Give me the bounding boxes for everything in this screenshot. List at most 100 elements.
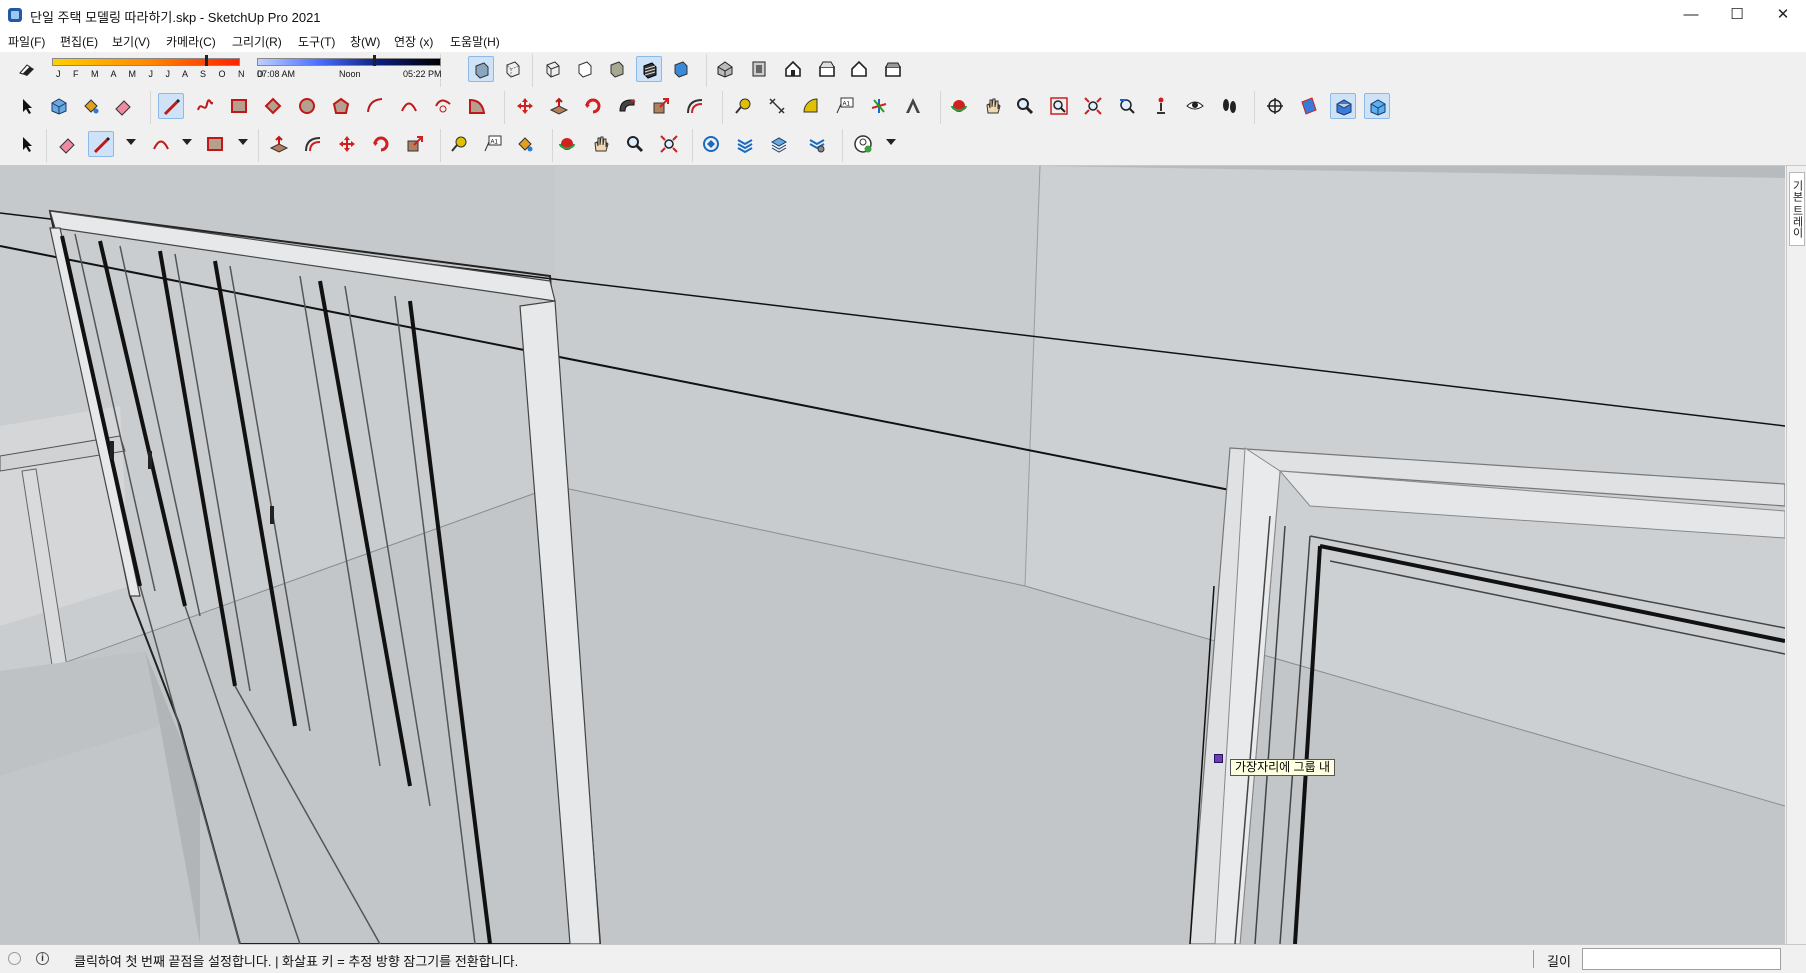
- rotate-icon[interactable]: [580, 93, 606, 119]
- top-view-icon[interactable]: [746, 56, 772, 82]
- 3d-text-icon[interactable]: [900, 93, 926, 119]
- rotated-rectangle-icon[interactable]: [260, 93, 286, 119]
- dimension-icon[interactable]: [764, 93, 790, 119]
- menu-view[interactable]: 보기(V): [112, 33, 150, 50]
- offset-icon-2[interactable]: [300, 131, 326, 157]
- extension-warehouse-icon[interactable]: [732, 131, 758, 157]
- geo-location-icon[interactable]: [8, 952, 21, 965]
- menu-file[interactable]: 파일(F): [8, 33, 45, 50]
- move-icon-2[interactable]: [334, 131, 360, 157]
- zoom-window-icon[interactable]: [1046, 93, 1072, 119]
- hidden-line-icon[interactable]: [572, 56, 598, 82]
- time-slider-thumb[interactable]: [373, 55, 377, 66]
- select-icon[interactable]: [14, 93, 40, 119]
- walk-icon[interactable]: [1216, 93, 1242, 119]
- zoom-icon-2[interactable]: [622, 131, 648, 157]
- tape-measure-icon-2[interactable]: [446, 131, 472, 157]
- select-icon-2[interactable]: [14, 131, 40, 157]
- display-section-cuts-icon[interactable]: [1330, 93, 1356, 119]
- iso-view-icon[interactable]: [712, 56, 738, 82]
- shape-tool-icon[interactable]: [202, 131, 228, 157]
- menu-extensions[interactable]: 연장 (x): [394, 33, 433, 50]
- user-account-icon[interactable]: [850, 131, 876, 157]
- orbit-icon[interactable]: [946, 93, 972, 119]
- move-icon[interactable]: [512, 93, 538, 119]
- back-view-icon[interactable]: [846, 56, 872, 82]
- protractor-icon[interactable]: [798, 93, 824, 119]
- paint-bucket-icon[interactable]: [78, 93, 104, 119]
- pan-icon-2[interactable]: [588, 131, 614, 157]
- extension-manager-icon[interactable]: [804, 131, 830, 157]
- rotate-icon-2[interactable]: [368, 131, 394, 157]
- push-pull-icon-2[interactable]: [266, 131, 292, 157]
- section-plane-icon[interactable]: [1262, 93, 1288, 119]
- maximize-button[interactable]: ☐: [1714, 0, 1760, 30]
- text-icon[interactable]: A1: [832, 93, 858, 119]
- menu-tools[interactable]: 도구(T): [298, 33, 335, 50]
- measurement-input[interactable]: [1582, 948, 1781, 970]
- shadows-toggle-button[interactable]: [14, 56, 40, 82]
- make-component-icon[interactable]: [46, 93, 72, 119]
- info-icon[interactable]: i: [36, 952, 49, 965]
- shaded-icon[interactable]: [604, 56, 630, 82]
- eraser-icon[interactable]: [110, 93, 136, 119]
- text-icon-2[interactable]: A1: [480, 131, 506, 157]
- rectangle-icon[interactable]: [226, 93, 252, 119]
- zoom-icon[interactable]: [1012, 93, 1038, 119]
- three-point-arc-icon[interactable]: [430, 93, 456, 119]
- line-tool-icon-2[interactable]: [88, 131, 114, 157]
- left-view-icon[interactable]: [880, 56, 906, 82]
- paint-bucket-icon-2[interactable]: [512, 131, 538, 157]
- zoom-extents-icon[interactable]: [1080, 93, 1106, 119]
- 3d-warehouse-icon[interactable]: [698, 131, 724, 157]
- circle-icon[interactable]: [294, 93, 320, 119]
- scale-icon[interactable]: [648, 93, 674, 119]
- back-edges-icon[interactable]: [500, 56, 526, 82]
- front-view-icon[interactable]: [780, 56, 806, 82]
- zoom-extents-icon-2[interactable]: [656, 131, 682, 157]
- default-tray-tab[interactable]: 기본 트레이: [1789, 172, 1805, 246]
- pie-icon[interactable]: [464, 93, 490, 119]
- arc-dropdown-arrow-icon[interactable]: [182, 139, 192, 145]
- minimize-button[interactable]: —: [1668, 0, 1714, 30]
- wireframe-icon[interactable]: [540, 56, 566, 82]
- arc-tool-icon[interactable]: [148, 131, 174, 157]
- model-viewport[interactable]: 가장자리에 그룹 내: [0, 166, 1785, 944]
- monochrome-icon[interactable]: [668, 56, 694, 82]
- previous-view-icon[interactable]: [1114, 93, 1140, 119]
- right-view-icon[interactable]: [814, 56, 840, 82]
- freehand-icon[interactable]: [192, 93, 218, 119]
- offset-icon[interactable]: [682, 93, 708, 119]
- line-tool-icon[interactable]: [158, 93, 184, 119]
- follow-me-icon[interactable]: [614, 93, 640, 119]
- menu-draw[interactable]: 그리기(R): [232, 33, 282, 50]
- push-pull-icon[interactable]: [546, 93, 572, 119]
- eraser-icon-2[interactable]: [54, 131, 80, 157]
- position-camera-icon[interactable]: [1148, 93, 1174, 119]
- tape-measure-icon[interactable]: [730, 93, 756, 119]
- scale-icon-2[interactable]: [402, 131, 428, 157]
- shaded-with-textures-icon[interactable]: [636, 56, 662, 82]
- display-section-fill-icon[interactable]: [1364, 93, 1390, 119]
- account-dropdown-arrow-icon[interactable]: [886, 139, 896, 145]
- menu-window[interactable]: 창(W): [350, 33, 380, 50]
- line-dropdown-arrow-icon[interactable]: [126, 139, 136, 145]
- close-button[interactable]: ✕: [1760, 0, 1806, 30]
- two-point-arc-icon[interactable]: [396, 93, 422, 119]
- menu-camera[interactable]: 카메라(C): [166, 33, 216, 50]
- shadow-time-slider[interactable]: 07:08 AM Noon 05:22 PM: [257, 55, 442, 84]
- shape-dropdown-arrow-icon[interactable]: [238, 139, 248, 145]
- xray-icon[interactable]: [468, 56, 494, 82]
- look-around-icon[interactable]: [1182, 93, 1208, 119]
- menu-edit[interactable]: 편집(E): [60, 33, 98, 50]
- axes-icon[interactable]: [866, 93, 892, 119]
- month-slider-thumb[interactable]: [204, 55, 208, 66]
- pan-icon[interactable]: [980, 93, 1006, 119]
- layout-icon[interactable]: [766, 131, 792, 157]
- menu-help[interactable]: 도움말(H): [450, 33, 500, 50]
- shadow-month-slider[interactable]: J F M A M J J A S O N D: [52, 55, 264, 84]
- display-section-planes-icon[interactable]: [1296, 93, 1322, 119]
- polygon-icon[interactable]: [328, 93, 354, 119]
- orbit-icon-2[interactable]: [554, 131, 580, 157]
- arc-icon[interactable]: [362, 93, 388, 119]
